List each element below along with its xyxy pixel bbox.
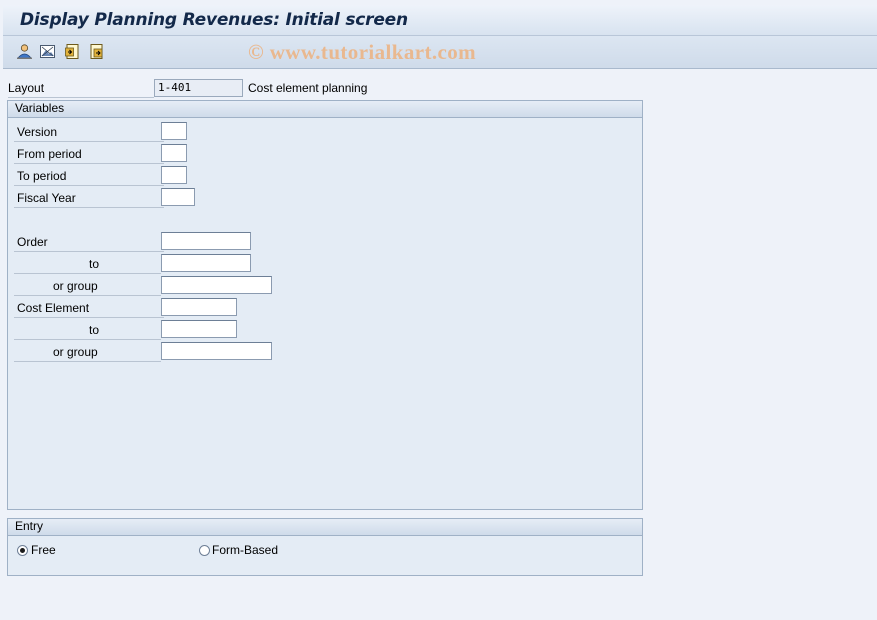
entry-header: Entry bbox=[8, 519, 642, 536]
layout-field[interactable]: 1-401 bbox=[154, 79, 243, 97]
free-radio-dot bbox=[20, 548, 25, 553]
picture-icon[interactable] bbox=[39, 43, 56, 60]
layout-description: Cost element planning bbox=[248, 81, 368, 95]
main-content: Layout 1-401 Cost element planning Varia… bbox=[3, 69, 877, 620]
sap-window: Display Planning Revenues: Initial scree… bbox=[0, 0, 877, 620]
entry-group: Entry bbox=[7, 518, 643, 576]
version-field[interactable] bbox=[161, 122, 187, 140]
cost-element-label: Cost Element bbox=[14, 299, 164, 318]
application-toolbar: © www.tutorialkart.com bbox=[3, 36, 877, 69]
version-label: Version bbox=[14, 123, 164, 142]
order-group-field[interactable] bbox=[161, 276, 272, 294]
from-period-label: From period bbox=[14, 145, 164, 164]
to-period-field[interactable] bbox=[161, 166, 187, 184]
get-variant-icon[interactable] bbox=[64, 43, 81, 60]
save-variant-icon[interactable] bbox=[88, 43, 105, 60]
free-label[interactable]: Free bbox=[31, 541, 56, 559]
form-based-label[interactable]: Form-Based bbox=[212, 541, 278, 559]
cost-element-group-field[interactable] bbox=[161, 342, 272, 360]
variables-header: Variables bbox=[8, 101, 642, 118]
cost-element-to-field[interactable] bbox=[161, 320, 237, 338]
order-to-field[interactable] bbox=[161, 254, 251, 272]
order-to-label: to bbox=[14, 255, 161, 274]
person-icon[interactable] bbox=[16, 43, 33, 60]
cost-element-field[interactable] bbox=[161, 298, 237, 316]
order-group-label: or group bbox=[14, 277, 161, 296]
watermark: © www.tutorialkart.com bbox=[248, 40, 477, 64]
from-period-field[interactable] bbox=[161, 144, 187, 162]
layout-label: Layout bbox=[8, 79, 154, 98]
to-period-label: To period bbox=[14, 167, 164, 186]
cost-element-group-label: or group bbox=[14, 343, 161, 362]
order-field[interactable] bbox=[161, 232, 251, 250]
cost-element-to-label: to bbox=[14, 321, 161, 340]
fiscal-year-field[interactable] bbox=[161, 188, 195, 206]
form-based-radio[interactable] bbox=[199, 545, 210, 556]
free-radio[interactable] bbox=[17, 545, 28, 556]
order-label: Order bbox=[14, 233, 164, 252]
fiscal-year-label: Fiscal Year bbox=[14, 189, 164, 208]
page-title: Display Planning Revenues: Initial scree… bbox=[20, 10, 408, 30]
title-bar: Display Planning Revenues: Initial scree… bbox=[3, 5, 877, 36]
